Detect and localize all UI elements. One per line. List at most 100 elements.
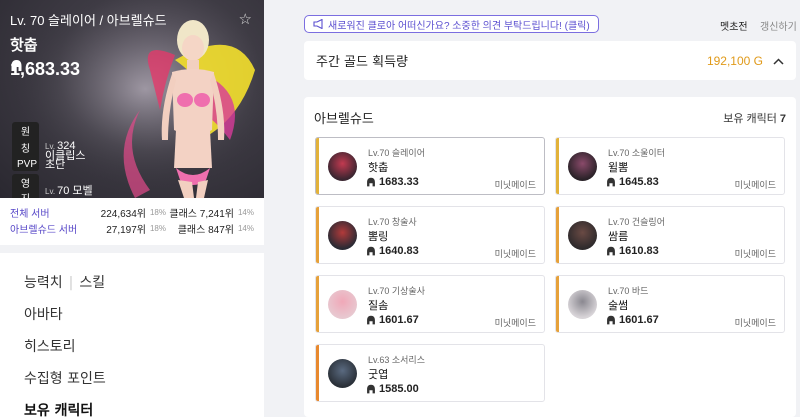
nav-item-avatar[interactable]: 아바타 (24, 304, 63, 324)
character-class: Lv.70 슬레이어 (368, 148, 425, 158)
stat-estate: 영지 Lv.70 모벨 (12, 174, 93, 198)
character-name: 윌뽐 (608, 161, 629, 174)
nav-ability-skill: 능력치 | 스킬 (24, 272, 105, 292)
item-level: 1,683.33 (10, 59, 80, 80)
class-color-bar (556, 138, 559, 194)
rank-value: 27,197위 (106, 224, 146, 236)
notice-text: 새로워진 클로아 어떠신가요? 소중한 의견 부탁드립니다! (클릭) (328, 20, 590, 32)
weekly-gold-value: 192,100 G (706, 53, 763, 68)
character-item-level: 1683.33 (366, 176, 419, 188)
weekly-gold-panel[interactable]: 주간 골드 획득량 192,100 G (304, 41, 796, 80)
class-rank-percent: 14% (237, 223, 254, 233)
refresh-button[interactable]: 갱신하기 (760, 18, 797, 33)
character-avatar (328, 290, 357, 319)
character-card[interactable]: Lv.70 기상술사 질솜 1601.67 미닛메이드 (315, 275, 545, 333)
class-color-bar (316, 207, 319, 263)
character-name: 핫춥 (368, 161, 389, 174)
rank-scope[interactable]: 전체 서버 (10, 205, 88, 220)
character-name: 굿엽 (368, 368, 389, 381)
class-color-bar (556, 207, 559, 263)
stat-label: PVP (12, 157, 39, 171)
character-item-level: 1601.67 (366, 314, 419, 326)
stat-prefix: Lv. (45, 187, 56, 196)
owned-label-text: 보유 캐릭터 (723, 113, 777, 125)
character-card[interactable]: Lv.70 건슬링어쌈름 1610.83 미닛메이드 (555, 206, 785, 264)
class-rank-percent: 14% (237, 207, 254, 217)
rank-scope[interactable]: 아브렐슈드 서버 (10, 221, 88, 236)
helmet-icon (367, 384, 375, 393)
helmet-icon (607, 246, 615, 255)
character-name: 쌈름 (608, 230, 629, 243)
rank-percent: 18% (149, 207, 166, 217)
character-avatar (568, 152, 597, 181)
nav-item-characters[interactable]: 보유 캐릭터 (24, 400, 93, 417)
class-color-bar (316, 345, 319, 401)
guild-name: 미닛메이드 (734, 318, 776, 328)
character-title: Lv. 70 슬레이어 / 아브렐슈드 (10, 13, 167, 28)
character-card[interactable]: Lv.70 창술사 뽐링 1640.83 미닛메이드 (315, 206, 545, 264)
helmet-icon (367, 315, 375, 324)
character-avatar (328, 359, 357, 388)
character-class: Lv.70 건슬링어 (608, 217, 665, 227)
nav-item-skill[interactable]: 스킬 (79, 275, 105, 291)
item-level-value: 1610.83 (619, 245, 659, 257)
stat-pvp: PVP 초단 (12, 156, 65, 172)
character-card[interactable]: Lv.70 바드 술썸 1601.67 미닛메이드 (555, 275, 785, 333)
nav-divider: | (68, 275, 74, 291)
character-card[interactable]: Lv.70 슬레이어핫춥 1683.33 미닛메이드 (315, 137, 545, 195)
item-level-value: 1683.33 (379, 176, 419, 188)
character-class: Lv.70 바드 (608, 286, 649, 296)
ranking-table: 전체 서버 224,634위 18% 클래스 7,241위 14% 아브렐슈드 … (0, 204, 264, 236)
weekly-gold-label: 주간 골드 획득량 (316, 55, 408, 70)
helmet-icon (367, 246, 375, 255)
nav-item-ability[interactable]: 능력치 (24, 275, 63, 291)
class-color-bar (556, 276, 559, 332)
rank-percent: 18% (149, 223, 166, 233)
rank-row: 아브렐슈드 서버 27,197위 18% 클래스 847위 14% (0, 220, 264, 236)
chevron-up-icon[interactable] (773, 54, 784, 68)
profile-card: Lv. 70 슬레이어 / 아브렐슈드 핫춥 1,683.33 ☆ 원정대 Lv… (0, 0, 264, 245)
guild-name: 미닛메이드 (494, 180, 536, 190)
character-item-level: 1640.83 (366, 245, 419, 257)
character-item-level: 1585.00 (366, 383, 419, 395)
guild-name: 미닛메이드 (494, 249, 536, 259)
helmet-icon (607, 315, 615, 324)
character-name: 핫춥 (10, 37, 38, 54)
owned-count: 7 (779, 113, 786, 125)
class-color-bar (316, 138, 319, 194)
nav-item-history[interactable]: 히스토리 (24, 336, 76, 356)
class-rank-value: 클래스 7,241위 (169, 208, 234, 220)
character-avatar (568, 221, 597, 250)
character-card[interactable]: Lv.70 소울이터 윌뽐 1645.83 미닛메이드 (555, 137, 785, 195)
owned-characters-panel: 아브렐슈드 보유 캐릭터 7 Lv.70 슬레이어 핫춥 1683.33 미닛메이드 Lv… (304, 97, 796, 417)
character-avatar (568, 290, 597, 319)
feedback-notice-button[interactable]: 새로워진 클로아 어떠신가요? 소중한 의견 부탁드립니다! (클릭) (304, 15, 599, 33)
rank-value: 224,634위 (100, 208, 146, 220)
character-class: Lv.70 기상술사 (368, 286, 425, 296)
megaphone-icon (313, 19, 323, 29)
item-level-value: 1645.83 (619, 176, 659, 188)
guild-name: 미닛메이드 (494, 318, 536, 328)
character-portrait: Lv. 70 슬레이어 / 아브렐슈드 핫춥 1,683.33 ☆ 원정대 Lv… (0, 0, 264, 198)
item-level-value: 1601.67 (379, 314, 419, 326)
favorite-star-icon[interactable]: ☆ (239, 10, 252, 28)
item-level-value: 1585.00 (379, 383, 419, 395)
character-item-level: 1601.67 (606, 314, 659, 326)
character-card[interactable]: Lv.63 소서리스 굿엽 1585.00 (315, 344, 545, 402)
side-nav: 능력치 | 스킬 아바타 히스토리 수집형 포인트 보유 캐릭터 (0, 253, 264, 417)
rank-row: 전체 서버 224,634위 18% 클래스 7,241위 14% (0, 204, 264, 220)
stat-value: 초단 (45, 159, 66, 171)
helmet-icon (367, 177, 375, 186)
stat-value: 70 모벨 (57, 185, 93, 197)
guild-name: 미닛메이드 (734, 249, 776, 259)
helmet-icon (607, 177, 615, 186)
character-avatar (328, 152, 357, 181)
server-name: 아브렐슈드 (314, 112, 374, 127)
nav-item-collectibles[interactable]: 수집형 포인트 (24, 368, 106, 388)
character-avatar (328, 221, 357, 250)
character-class: Lv.70 소울이터 (608, 148, 665, 158)
character-name: 뽐링 (368, 230, 389, 243)
owned-characters-count: 보유 캐릭터 7 (723, 110, 786, 126)
class-color-bar (316, 276, 319, 332)
item-level-value: 1601.67 (619, 314, 659, 326)
